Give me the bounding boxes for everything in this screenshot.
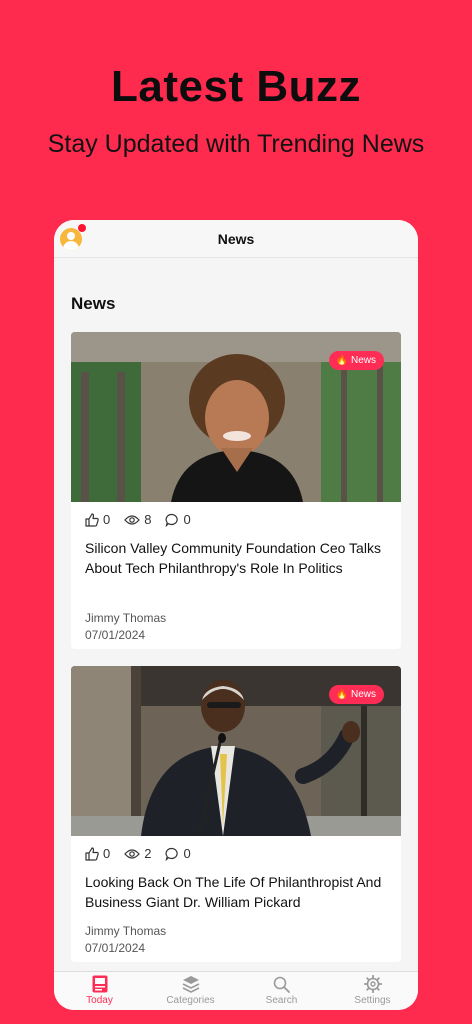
thumbs-up-icon <box>85 512 99 527</box>
like-button[interactable]: 0 <box>85 512 110 527</box>
thumbs-up-icon <box>85 846 99 861</box>
article-author: Jimmy Thomas <box>85 924 167 938</box>
category-badge: 🔥 News <box>328 351 384 370</box>
like-button[interactable]: 0 <box>85 846 110 861</box>
search-icon <box>273 976 290 993</box>
tab-today[interactable]: Today <box>54 972 145 1010</box>
article-image[interactable]: 🔥 News <box>71 332 401 502</box>
promo-subtitle: Stay Updated with Trending News <box>47 130 425 158</box>
comment-icon <box>165 847 179 861</box>
comment-icon <box>165 513 179 527</box>
eye-icon <box>124 848 141 859</box>
article-image[interactable]: 🔥 News <box>71 666 401 836</box>
tab-label: Settings <box>354 995 391 1006</box>
promo-title: Latest Buzz <box>111 62 361 111</box>
article-card[interactable]: 🔥 News 0 2 0 Looking Back On The Life Of… <box>71 666 401 962</box>
fire-icon: 🔥 <box>335 688 348 700</box>
layers-icon <box>182 976 199 993</box>
article-stats: 0 2 0 <box>85 846 191 861</box>
article-date: 07/01/2024 <box>85 941 146 955</box>
views-count: 2 <box>124 846 151 861</box>
category-badge: 🔥 News <box>328 685 384 704</box>
phone-screen: News News 🔥 News 0 8 0 Silicon Valley Co… <box>54 220 418 1010</box>
article-author: Jimmy Thomas <box>85 611 167 625</box>
article-title[interactable]: Silicon Valley Community Foundation Ceo … <box>85 538 385 578</box>
fire-icon: 🔥 <box>335 354 348 366</box>
header-title: News <box>217 231 255 247</box>
article-stats: 0 8 0 <box>85 512 191 527</box>
article-date: 07/01/2024 <box>85 628 146 642</box>
eye-icon <box>124 514 141 525</box>
tab-settings[interactable]: Settings <box>327 972 418 1010</box>
tab-label: Today <box>86 995 113 1006</box>
article-card[interactable]: 🔥 News 0 8 0 Silicon Valley Community Fo… <box>71 332 401 649</box>
tab-label: Search <box>265 995 298 1006</box>
tab-search[interactable]: Search <box>236 972 327 1010</box>
views-count: 8 <box>124 512 151 527</box>
section-title: News <box>71 294 116 313</box>
gear-icon <box>363 975 382 993</box>
bottom-tab-bar: Today Categories Search Settings <box>54 971 418 1010</box>
comment-button[interactable]: 0 <box>165 512 191 527</box>
app-header: News <box>54 220 418 258</box>
article-title[interactable]: Looking Back On The Life Of Philanthropi… <box>85 872 385 912</box>
tab-label: Categories <box>166 995 215 1006</box>
comment-button[interactable]: 0 <box>165 846 191 861</box>
today-icon <box>92 975 107 993</box>
tab-categories[interactable]: Categories <box>145 972 236 1010</box>
